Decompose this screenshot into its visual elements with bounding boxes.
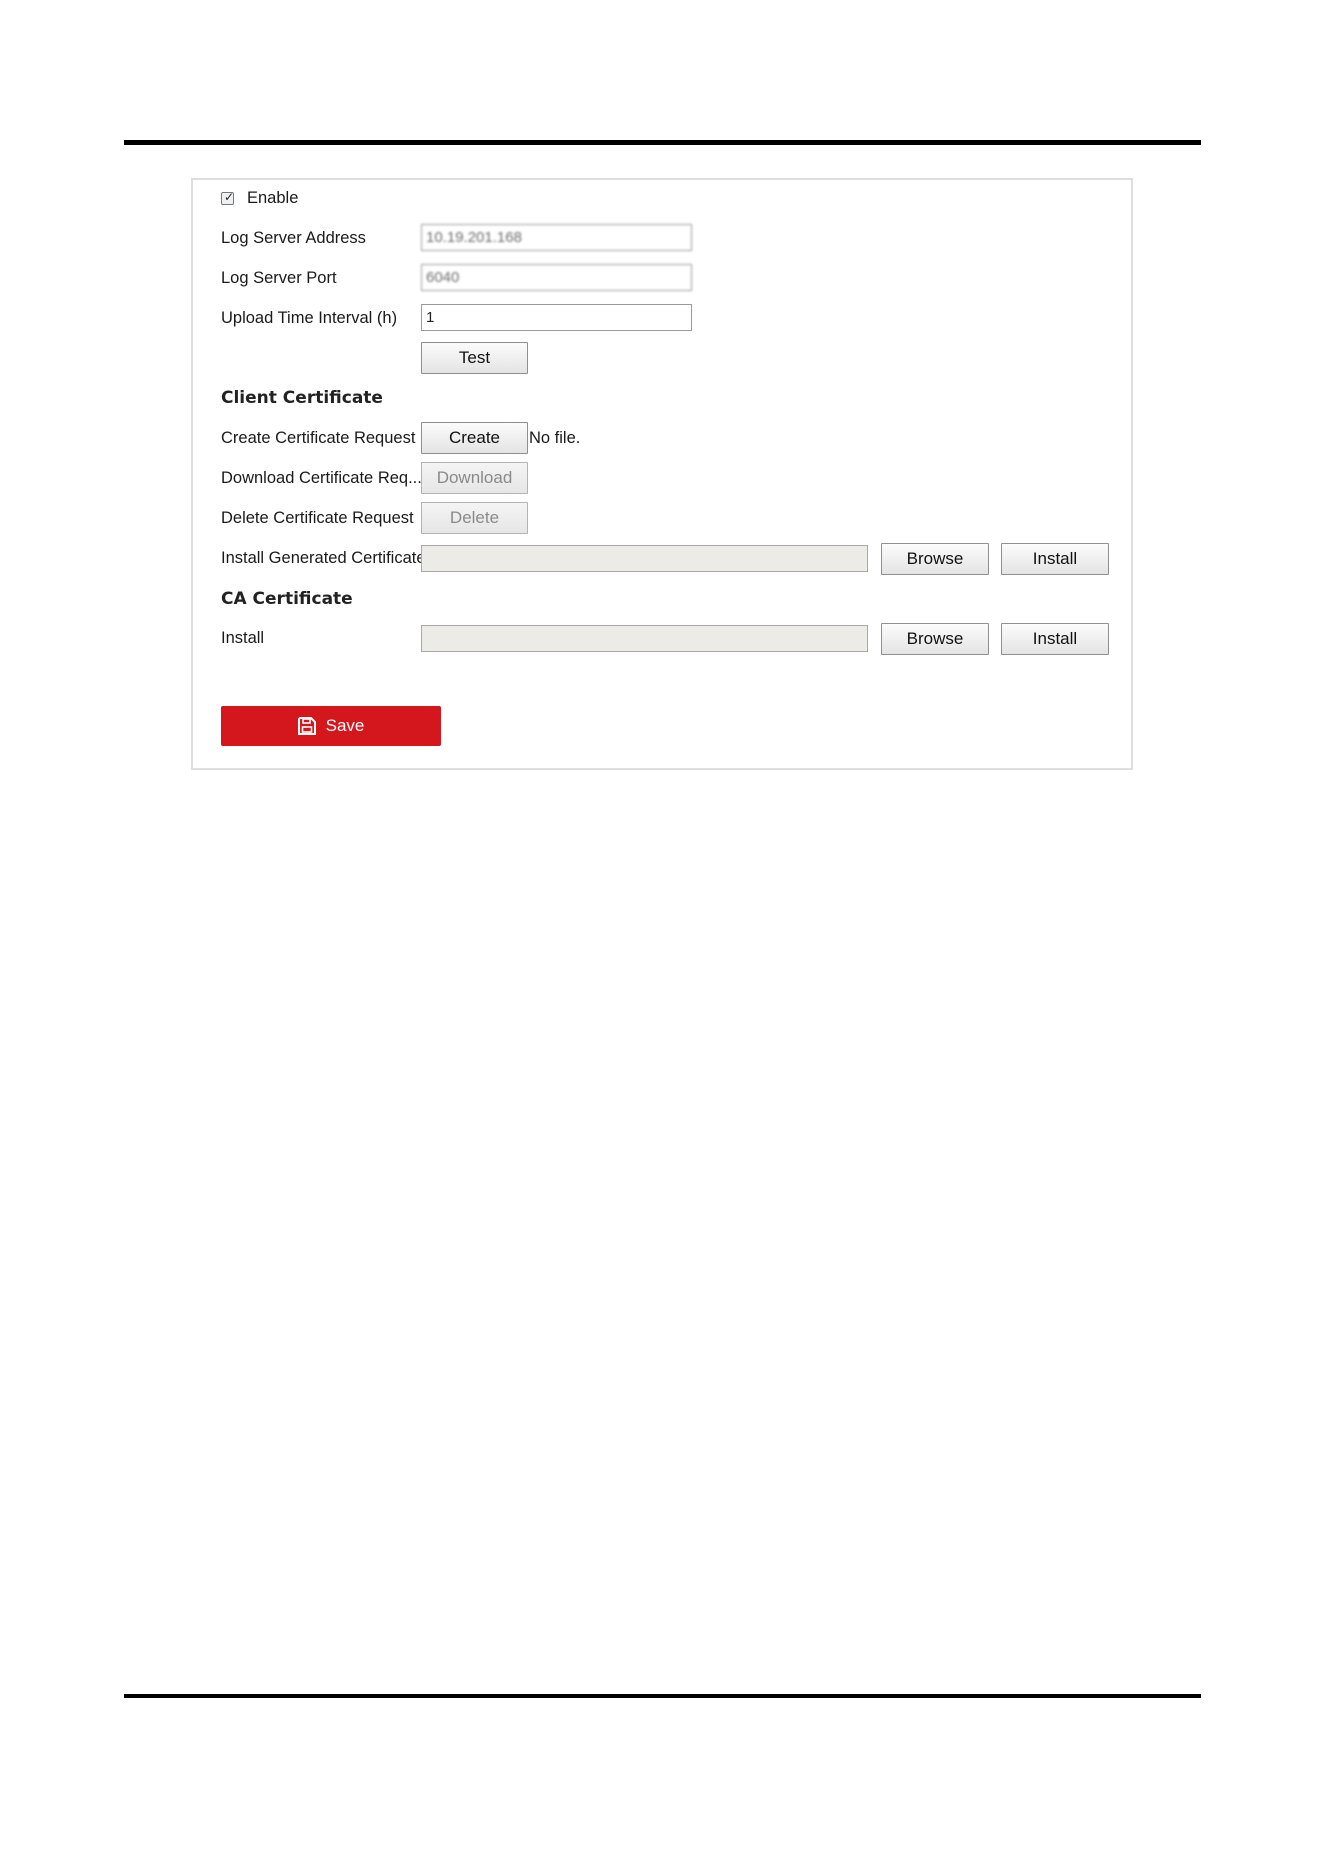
upload-interval-label: Upload Time Interval (h)	[221, 309, 398, 327]
ca-browse-button[interactable]: Browse	[881, 623, 989, 655]
save-label: Save	[325, 716, 365, 735]
ca-install-button[interactable]: Install	[1001, 623, 1109, 655]
enable-label: Enable	[247, 189, 299, 207]
footer-rule	[124, 1694, 1201, 1698]
generated-certificate-file-field[interactable]	[421, 545, 868, 572]
delete-request-label: Delete Certificate Request	[221, 509, 414, 527]
header-rule	[124, 140, 1201, 145]
save-button[interactable]: Save	[221, 706, 441, 746]
no-file-text: No file.	[529, 429, 581, 447]
upload-interval-input[interactable]: 1	[421, 304, 692, 331]
test-button[interactable]: Test	[421, 342, 528, 374]
ca-certificate-file-field[interactable]	[421, 625, 868, 652]
log-server-address-input[interactable]: 10.19.201.168	[421, 224, 692, 251]
download-request-label: Download Certificate Req...	[221, 469, 422, 487]
floppy-disk-icon	[297, 717, 316, 735]
delete-button[interactable]: Delete	[421, 502, 528, 534]
checkmark-icon: ✓	[224, 190, 235, 204]
download-button[interactable]: Download	[421, 462, 528, 494]
ca-install-label: Install	[221, 629, 265, 647]
create-request-label: Create Certificate Request	[221, 429, 416, 447]
client-certificate-heading: Client Certificate	[221, 388, 383, 408]
enable-checkbox[interactable]: ✓	[221, 190, 235, 205]
ca-certificate-heading: CA Certificate	[221, 589, 353, 609]
log-server-port-label: Log Server Port	[221, 269, 337, 287]
log-server-address-label: Log Server Address	[221, 229, 366, 247]
client-install-button[interactable]: Install	[1001, 543, 1109, 575]
install-generated-label: Install Generated Certificate	[221, 549, 426, 567]
create-button[interactable]: Create	[421, 422, 528, 454]
log-server-port-input[interactable]: 6040	[421, 264, 692, 291]
client-browse-button[interactable]: Browse	[881, 543, 989, 575]
